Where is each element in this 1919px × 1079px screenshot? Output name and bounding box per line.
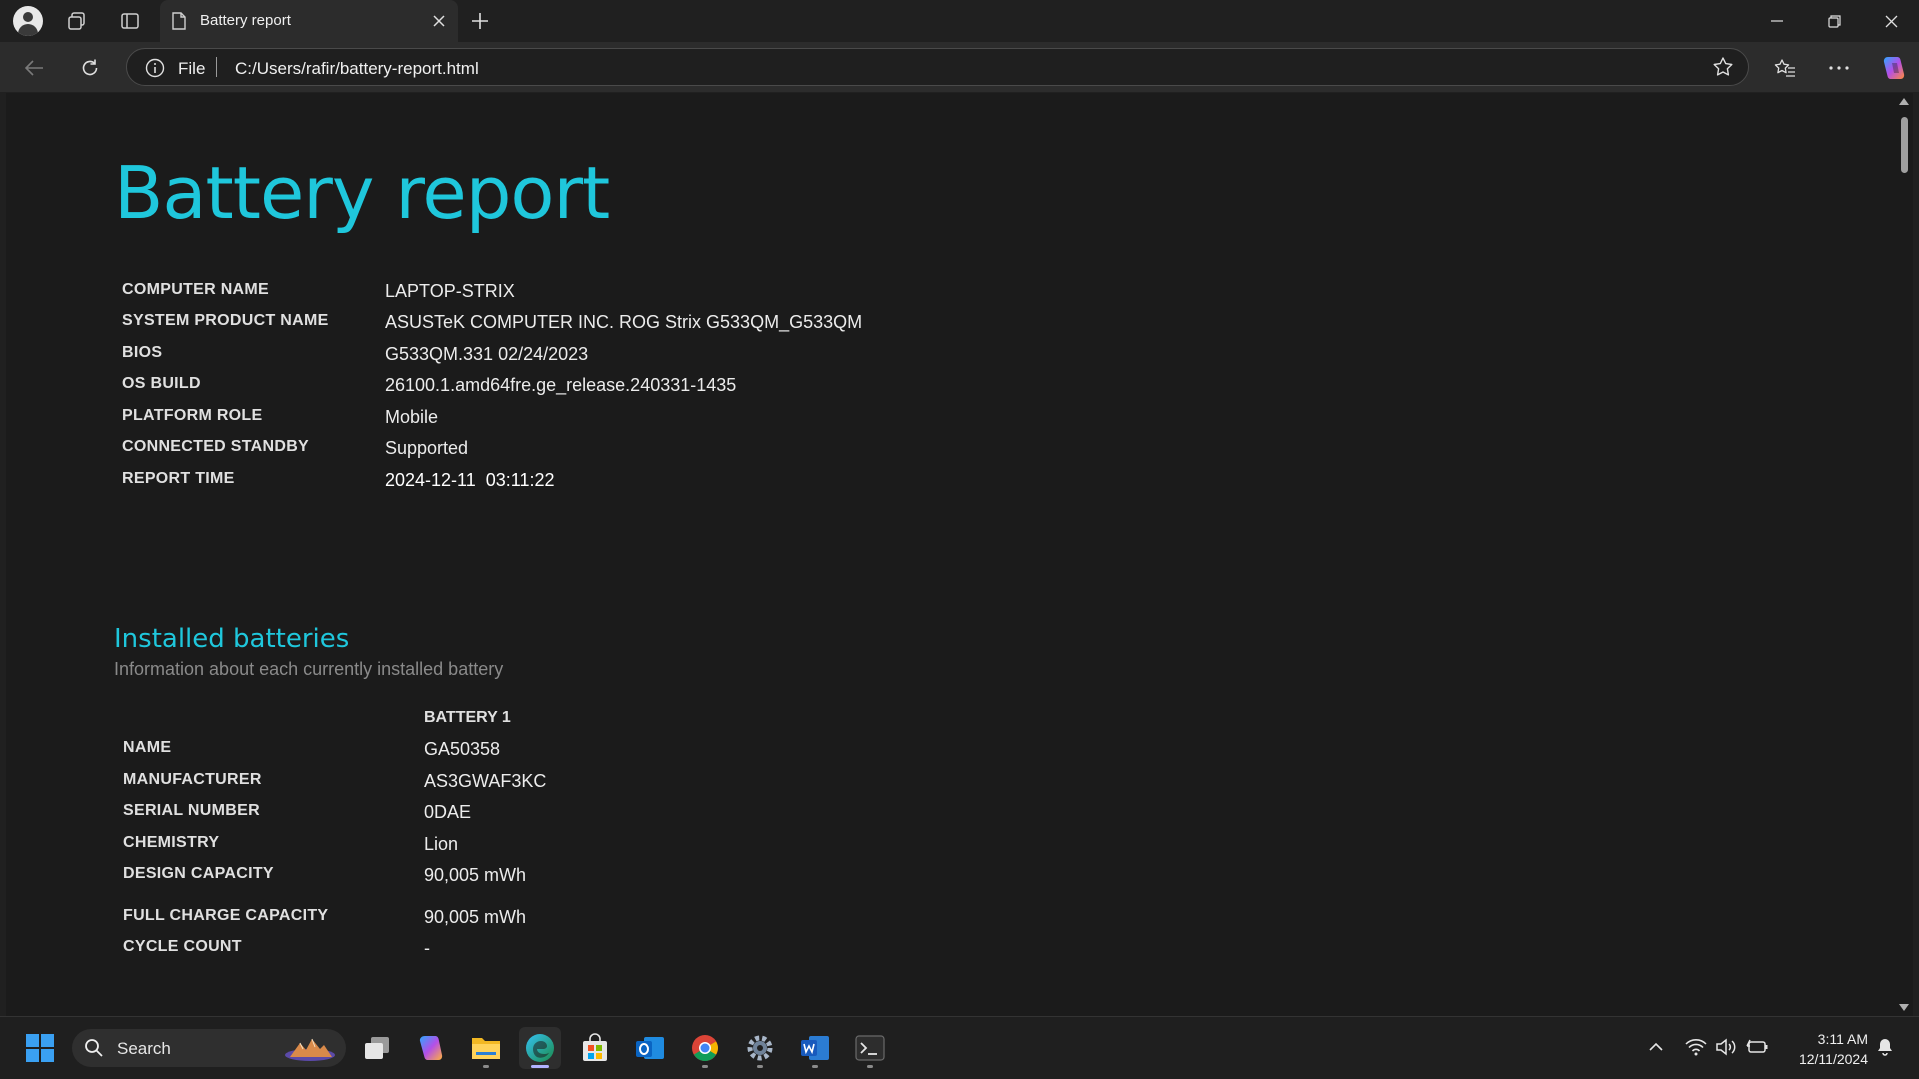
info-label: COMPUTER NAME	[122, 281, 270, 298]
copilot-taskbar-icon[interactable]	[410, 1027, 452, 1069]
taskbar-clock[interactable]: 3:11 AM 12/11/2024	[1778, 1029, 1868, 1069]
battery-label: NAME	[123, 739, 172, 756]
battery-value: 90,005 mWh	[424, 907, 527, 927]
notification-bell-icon[interactable]	[1873, 1035, 1897, 1059]
battery-value: Lion	[424, 834, 459, 854]
outlook-icon[interactable]	[629, 1027, 671, 1069]
battery-label: CHEMISTRY	[123, 834, 220, 851]
battery-label: MANUFACTURER	[123, 771, 262, 788]
battery-label: FULL CHARGE CAPACITY	[123, 907, 329, 924]
info-value: G533QM.331 02/24/2023	[385, 344, 589, 364]
minimize-icon[interactable]	[1749, 0, 1805, 42]
back-arrow-icon[interactable]	[18, 52, 50, 84]
scrollbar-thumb[interactable]	[1901, 117, 1908, 173]
title-bar: Battery report	[0, 0, 1919, 42]
chrome-icon[interactable]	[684, 1027, 726, 1069]
task-view-icon[interactable]	[356, 1027, 398, 1069]
browser-toolbar: File C:/Users/rafir/battery-report.html	[0, 42, 1919, 92]
restore-icon[interactable]	[1806, 0, 1862, 42]
battery-column-header: BATTERY 1	[424, 709, 511, 726]
info-label: PLATFORM ROLE	[122, 407, 263, 424]
running-indicator	[867, 1065, 873, 1068]
settings-gear-icon[interactable]	[739, 1027, 781, 1069]
section-subtitle: Information about each currently install…	[114, 659, 504, 679]
info-value: 26100.1.amd64fre.ge_release.240331-1435	[385, 375, 737, 395]
info-value: Supported	[385, 438, 469, 458]
running-indicator	[757, 1065, 763, 1068]
section-title-installed-batteries: Installed batteries	[114, 624, 350, 654]
battery-label: DESIGN CAPACITY	[123, 865, 274, 882]
info-value: LAPTOP-STRIX	[385, 281, 515, 301]
info-label: CONNECTED STANDBY	[122, 438, 310, 455]
info-label: REPORT TIME	[122, 470, 235, 487]
copilot-icon[interactable]	[1878, 52, 1910, 84]
terminal-icon[interactable]	[849, 1027, 891, 1069]
info-label: OS BUILD	[122, 375, 201, 392]
battery-value: GA50358	[424, 739, 501, 759]
running-indicator	[483, 1065, 489, 1068]
start-windows-icon[interactable]	[19, 1027, 61, 1069]
vertical-scrollbar[interactable]	[1896, 93, 1913, 1016]
close-window-icon[interactable]	[1863, 0, 1919, 42]
info-icon[interactable]	[145, 58, 165, 83]
taskbar: Search 3:11 AM 12/11/2024	[0, 1016, 1919, 1079]
favorite-star-icon[interactable]	[1712, 56, 1734, 83]
edge-icon[interactable]	[519, 1027, 561, 1069]
clock-date: 12/11/2024	[1798, 1051, 1868, 1067]
refresh-icon[interactable]	[74, 52, 106, 84]
address-divider	[216, 57, 217, 77]
volume-icon[interactable]	[1714, 1035, 1738, 1059]
active-indicator	[531, 1065, 549, 1068]
running-indicator	[812, 1065, 818, 1068]
workspaces-icon[interactable]	[62, 6, 92, 36]
word-icon[interactable]	[794, 1027, 836, 1069]
show-hidden-icons-chevron-icon[interactable]	[1644, 1035, 1668, 1059]
page-title: Battery report	[114, 151, 610, 235]
battery-charging-icon[interactable]	[1745, 1035, 1769, 1059]
document-icon	[171, 12, 187, 35]
page-content: Battery report COMPUTER NAME LAPTOP-STRI…	[6, 93, 1896, 1016]
address-bar[interactable]: File C:/Users/rafir/battery-report.html	[126, 48, 1749, 86]
profile-avatar-icon[interactable]	[12, 5, 44, 37]
favorites-icon[interactable]	[1769, 52, 1801, 84]
address-url[interactable]: C:/Users/rafir/battery-report.html	[235, 59, 479, 79]
taskbar-search-box[interactable]: Search	[72, 1029, 346, 1067]
battery-value: 0DAE	[424, 802, 472, 822]
vertical-tabs-icon[interactable]	[115, 6, 145, 36]
address-scheme: File	[178, 59, 206, 78]
wifi-icon[interactable]	[1684, 1035, 1708, 1059]
battery-value: AS3GWAF3KC	[424, 771, 547, 791]
info-label: BIOS	[122, 344, 163, 361]
scroll-up-arrow-icon[interactable]	[1899, 98, 1909, 105]
battery-label: CYCLE COUNT	[123, 938, 242, 955]
tab-battery-report[interactable]: Battery report	[160, 0, 458, 42]
more-options-icon[interactable]	[1823, 52, 1855, 84]
new-tab-plus-icon[interactable]	[465, 6, 495, 36]
close-tab-icon[interactable]	[428, 10, 450, 32]
file-explorer-icon[interactable]	[465, 1027, 507, 1069]
search-label: Search	[117, 1039, 171, 1058]
battery-label: SERIAL NUMBER	[123, 802, 260, 819]
scroll-down-arrow-icon[interactable]	[1899, 1004, 1909, 1011]
microsoft-store-icon[interactable]	[574, 1027, 616, 1069]
info-value: ASUSTeK COMPUTER INC. ROG Strix G533QM_G…	[385, 312, 863, 332]
info-value: Mobile	[385, 407, 439, 427]
battery-value: -	[424, 938, 430, 958]
search-highlight-art-icon	[284, 1035, 336, 1061]
search-icon	[84, 1038, 104, 1063]
info-label: SYSTEM PRODUCT NAME	[122, 312, 329, 329]
clock-time: 3:11 AM	[1817, 1031, 1868, 1047]
info-value: 2024-12-11 03:11:22	[385, 470, 555, 490]
tab-title: Battery report	[200, 12, 291, 29]
running-indicator	[702, 1065, 708, 1068]
battery-value: 90,005 mWh	[424, 865, 527, 885]
